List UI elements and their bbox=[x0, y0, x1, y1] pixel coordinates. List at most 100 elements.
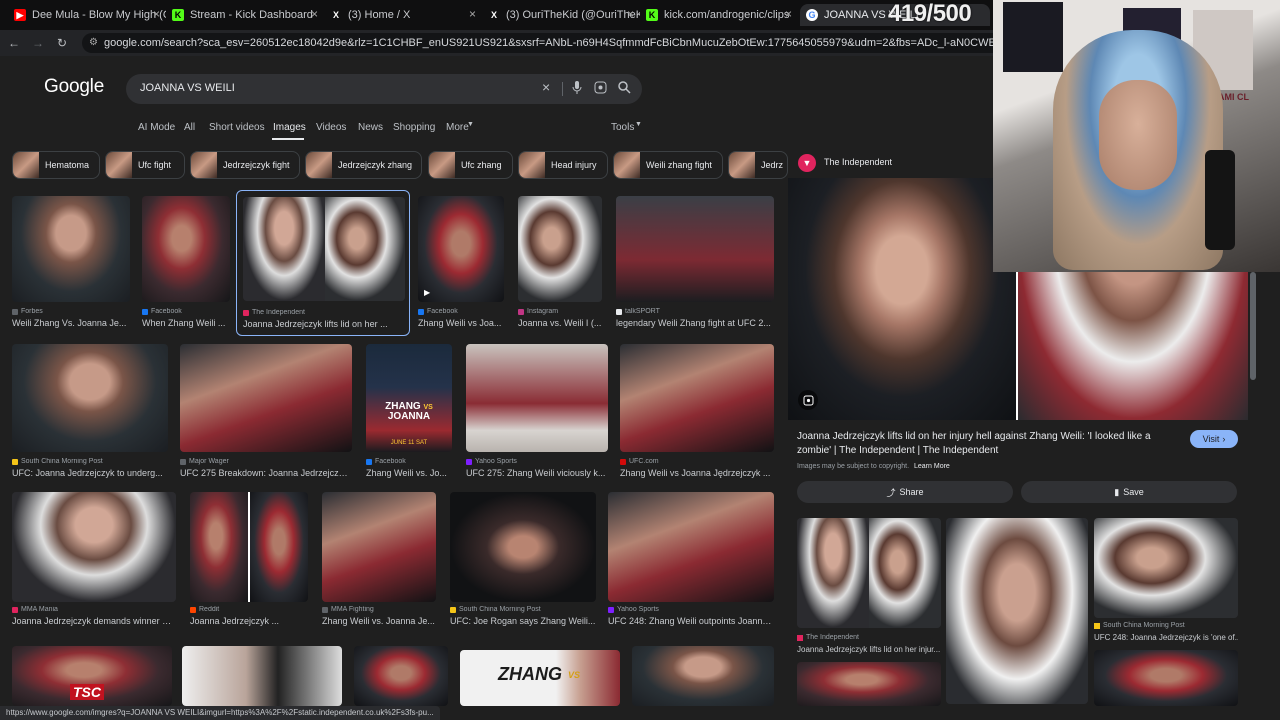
result-image[interactable] bbox=[450, 492, 596, 602]
site-info-icon[interactable]: ⚙ bbox=[89, 33, 98, 53]
search-box[interactable]: JOANNA VS WEILI × bbox=[126, 74, 642, 104]
image-result[interactable]: talkSPORT legendary Weili Zhang fight at… bbox=[616, 196, 774, 330]
result-title[interactable]: Joanna vs. Weili I (... bbox=[518, 318, 602, 328]
search-input[interactable]: JOANNA VS WEILI bbox=[140, 82, 235, 94]
tab-kick-dashboard[interactable]: K Stream - Kick Dashboard × bbox=[166, 4, 324, 26]
tab-x-profile[interactable]: X (3) OuriTheKid (@OuriTheKid) / × bbox=[482, 4, 640, 26]
result-image[interactable] bbox=[12, 492, 176, 602]
result-image[interactable]: ZHANG VS JOANNA JUNE 11 SAT bbox=[366, 344, 452, 452]
result-image[interactable] bbox=[142, 196, 230, 302]
filter-images[interactable]: Images bbox=[273, 122, 306, 133]
image-result[interactable]: ZHANG VS JOANNA JUNE 11 SAT Facebook Zha… bbox=[366, 344, 452, 478]
result-image[interactable]: ZHANG VS bbox=[460, 650, 620, 706]
forward-icon[interactable]: → bbox=[30, 36, 46, 50]
close-icon[interactable]: × bbox=[311, 7, 318, 21]
result-image[interactable] bbox=[354, 646, 448, 706]
related-title[interactable]: UFC 248: Joanna Jedrzejczyk is 'one of..… bbox=[1094, 633, 1238, 642]
image-result[interactable]: Facebook When Zhang Weili ... bbox=[142, 196, 230, 330]
close-icon[interactable]: × bbox=[153, 7, 160, 21]
result-image[interactable] bbox=[322, 492, 436, 602]
related-image-wrap[interactable] bbox=[1094, 518, 1238, 618]
microphone-icon[interactable] bbox=[572, 81, 582, 97]
result-title[interactable]: When Zhang Weili ... bbox=[142, 318, 230, 328]
tab-youtube[interactable]: ▶ Dee Mula - Blow My High (Offi × bbox=[8, 4, 166, 26]
chip-head-injury[interactable]: Head injury bbox=[518, 151, 608, 179]
result-title[interactable]: UFC 248: Zhang Weili outpoints Joanna... bbox=[608, 616, 774, 626]
image-result[interactable]: Yahoo Sports UFC 275: Zhang Weili viciou… bbox=[466, 344, 608, 478]
chip-hematoma[interactable]: Hematoma bbox=[12, 151, 100, 179]
result-title[interactable]: Weili Zhang Vs. Joanna Je... bbox=[12, 318, 130, 328]
result-title[interactable]: UFC 275 Breakdown: Joanna Jedrzejczyk... bbox=[180, 468, 352, 478]
chip-ufc-fight[interactable]: Ufc fight bbox=[105, 151, 185, 179]
result-image[interactable] bbox=[620, 344, 774, 452]
related-image[interactable] bbox=[797, 518, 941, 628]
result-image[interactable] bbox=[608, 492, 774, 602]
close-icon[interactable]: × bbox=[627, 7, 634, 21]
related-image[interactable] bbox=[1094, 518, 1238, 618]
image-result[interactable]: Reddit Joanna Jedrzejczyk ... bbox=[190, 492, 308, 628]
image-result[interactable]: South China Morning Post UFC: Joanna Jed… bbox=[12, 344, 168, 478]
filter-short-videos[interactable]: Short videos bbox=[209, 122, 265, 133]
related-image[interactable] bbox=[1094, 650, 1238, 706]
result-image[interactable] bbox=[12, 344, 168, 452]
result-image[interactable] bbox=[518, 196, 602, 302]
save-button[interactable]: ▮ Save bbox=[1021, 481, 1237, 503]
image-result[interactable]: MMA Mania Joanna Jedrzejczyk demands win… bbox=[12, 492, 176, 628]
close-icon[interactable]: × bbox=[469, 7, 476, 21]
preview-title[interactable]: Joanna Jedrzejczyk lifts lid on her inju… bbox=[797, 430, 1177, 458]
result-title[interactable]: Joanna Jedrzejczyk lifts lid on her ... bbox=[243, 319, 403, 329]
filter-shopping[interactable]: Shopping bbox=[393, 122, 435, 133]
result-image[interactable] bbox=[12, 196, 130, 302]
filter-news[interactable]: News bbox=[358, 122, 383, 133]
lens-icon[interactable] bbox=[798, 390, 818, 410]
back-icon[interactable]: ← bbox=[6, 36, 22, 50]
tab-x-home[interactable]: X (3) Home / X × bbox=[324, 4, 482, 26]
reload-icon[interactable]: ↻ bbox=[54, 36, 70, 50]
tools-button[interactable]: Tools bbox=[611, 122, 634, 133]
result-title[interactable]: UFC: Joe Rogan says Zhang Weili... bbox=[450, 616, 596, 626]
lens-icon[interactable] bbox=[594, 81, 607, 97]
related-title[interactable]: Joanna Jedrzejczyk lifts lid on her inju… bbox=[797, 645, 941, 654]
result-image[interactable] bbox=[190, 492, 308, 602]
result-title[interactable]: Zhang Weili vs. Joanna Je... bbox=[322, 616, 436, 626]
filter-videos[interactable]: Videos bbox=[316, 122, 346, 133]
image-result-selected[interactable]: The Independent Joanna Jedrzejczyk lifts… bbox=[236, 190, 410, 336]
related-image-wrap[interactable] bbox=[797, 662, 941, 706]
image-result[interactable]: ▶ Facebook Zhang Weili vs Joa... bbox=[418, 196, 504, 330]
image-result[interactable]: MMA Fighting Zhang Weili vs. Joanna Je..… bbox=[322, 492, 436, 628]
result-image[interactable] bbox=[616, 196, 774, 302]
image-result[interactable]: Yahoo Sports UFC 248: Zhang Weili outpoi… bbox=[608, 492, 774, 628]
chip-jedrzejczyk-zhang[interactable]: Jedrzejczyk zhang bbox=[305, 151, 422, 179]
filter-more[interactable]: More bbox=[446, 122, 469, 133]
clear-icon[interactable]: × bbox=[542, 79, 550, 95]
chip-ufc-zhang[interactable]: Ufc zhang bbox=[428, 151, 513, 179]
chip-jedrzejczyk-fight[interactable]: Jedrzejczyk fight bbox=[190, 151, 300, 179]
chip-jedrz[interactable]: Jedrz bbox=[728, 151, 788, 179]
google-logo[interactable]: Google bbox=[44, 76, 104, 98]
result-title[interactable]: Zhang Weili vs Joanna Jędrzejczyk ... bbox=[620, 468, 774, 478]
share-button[interactable]: ⤴ Share bbox=[797, 481, 1013, 503]
related-image[interactable] bbox=[797, 662, 941, 706]
result-title[interactable]: Joanna Jedrzejczyk demands winner of... bbox=[12, 616, 176, 626]
image-result[interactable]: South China Morning Post UFC: Joe Rogan … bbox=[450, 492, 596, 628]
result-title[interactable]: UFC 275: Zhang Weili viciously k... bbox=[466, 468, 608, 478]
result-title[interactable]: legendary Weili Zhang fight at UFC 2... bbox=[616, 318, 774, 328]
tab-kick-clips[interactable]: K kick.com/androgenic/clips × bbox=[640, 4, 798, 26]
result-image[interactable] bbox=[418, 196, 504, 302]
learn-more-link[interactable]: Learn More bbox=[914, 463, 950, 470]
image-result[interactable]: Forbes Weili Zhang Vs. Joanna Je... bbox=[12, 196, 130, 330]
result-image[interactable] bbox=[466, 344, 608, 452]
close-icon[interactable]: × bbox=[785, 7, 792, 21]
result-image[interactable] bbox=[632, 646, 774, 706]
image-result[interactable]: Instagram Joanna vs. Weili I (... bbox=[518, 196, 602, 330]
search-icon[interactable] bbox=[618, 81, 631, 97]
related-image-wrap[interactable] bbox=[1094, 650, 1238, 706]
result-image[interactable] bbox=[180, 344, 352, 452]
result-title[interactable]: UFC: Joanna Jedrzejczyk to underg... bbox=[12, 468, 168, 478]
result-title[interactable]: Zhang Weili vs. Jo... bbox=[366, 468, 452, 478]
panel-scrollbar[interactable] bbox=[1250, 272, 1256, 380]
image-result[interactable]: UFC.com Zhang Weili vs Joanna Jędrzejczy… bbox=[620, 344, 774, 478]
filter-ai-mode[interactable]: AI Mode bbox=[138, 122, 175, 133]
result-title[interactable]: Zhang Weili vs Joa... bbox=[418, 318, 504, 328]
chip-weili-zhang-fight[interactable]: Weili zhang fight bbox=[613, 151, 723, 179]
